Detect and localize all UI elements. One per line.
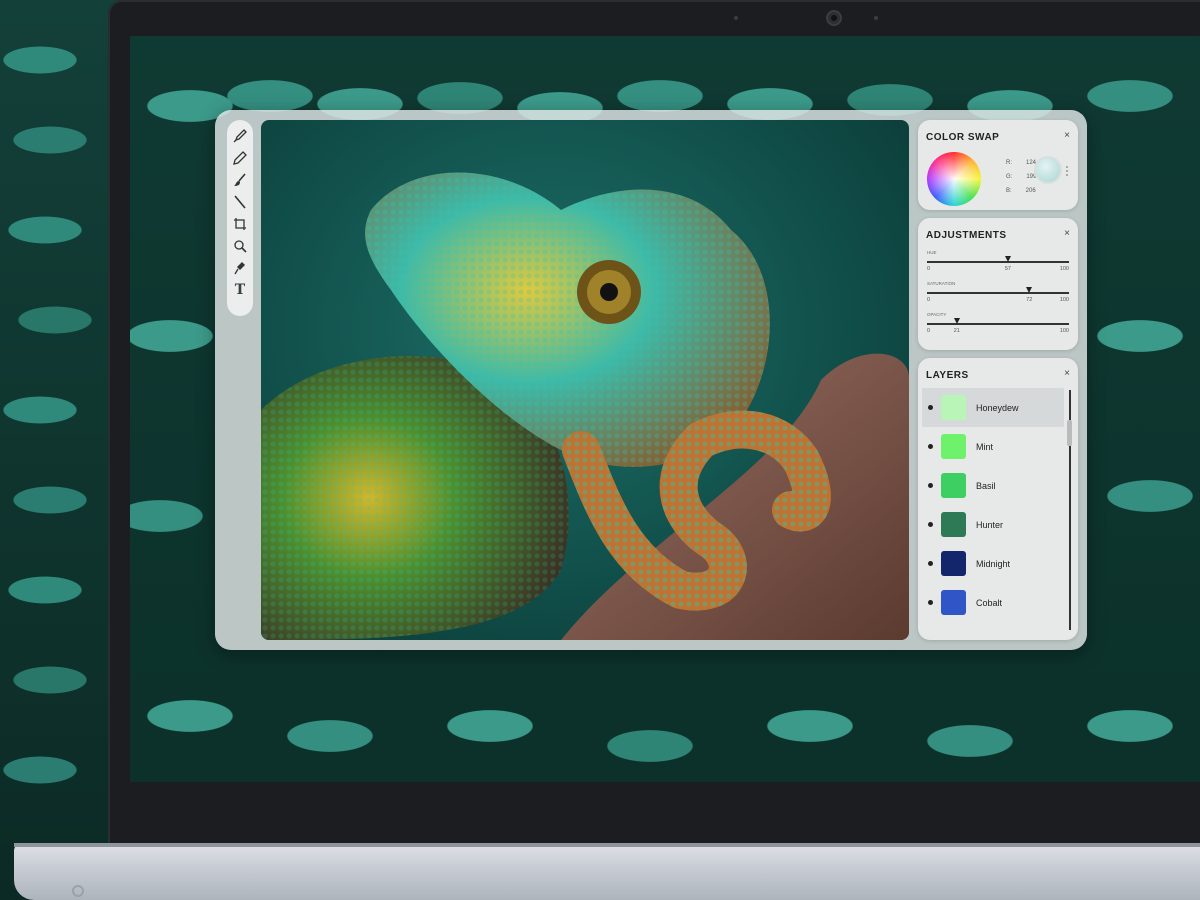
layer-item[interactable]: Basil	[922, 466, 1064, 505]
layer-name: Midnight	[976, 558, 1011, 569]
opacity-slider[interactable]: OPACITY 0 21 100	[927, 312, 1069, 336]
slider-label: OPACITY	[927, 312, 947, 317]
slider-label: HUE	[927, 250, 937, 255]
panel-title: LAYERS	[926, 370, 969, 381]
close-icon[interactable]: ×	[1064, 368, 1070, 379]
scrollbar-thumb[interactable]	[1067, 420, 1072, 446]
slider-track[interactable]	[927, 256, 1069, 263]
close-icon[interactable]: ×	[1064, 228, 1070, 239]
layer-color-swatch	[941, 473, 966, 498]
color-wheel[interactable]	[927, 152, 981, 206]
drag-handle-icon[interactable]	[1066, 166, 1068, 176]
layer-item[interactable]: Hunter	[922, 505, 1064, 544]
slider-value: 21	[953, 328, 960, 334]
crop-icon[interactable]	[229, 214, 251, 234]
slider-max: 100	[1059, 266, 1069, 272]
power-indicator-icon	[72, 885, 84, 897]
visibility-dot-icon[interactable]	[928, 405, 933, 410]
layer-name: Hunter	[976, 519, 1004, 530]
selected-color-swatch[interactable]	[1034, 156, 1062, 184]
layer-item[interactable]: Cobalt	[922, 583, 1064, 622]
laptop-base	[14, 843, 1200, 900]
sensor-dot	[874, 16, 878, 20]
slider-label: SATURATION	[927, 281, 956, 286]
layer-item[interactable]: Midnight	[922, 544, 1064, 583]
slider-max: 100	[1059, 297, 1069, 303]
tool-palette: T	[227, 120, 253, 316]
text-icon[interactable]: T	[229, 280, 251, 300]
g-label: G:	[1006, 174, 1013, 180]
visibility-dot-icon[interactable]	[928, 483, 933, 488]
layers-list: Honeydew Mint Basil Hunter Midnight Coba…	[922, 388, 1064, 622]
pencil-icon[interactable]	[229, 192, 251, 212]
visibility-dot-icon[interactable]	[928, 561, 933, 566]
saturation-slider[interactable]: SATURATION 0 72 100	[927, 281, 1069, 305]
layer-name: Cobalt	[976, 597, 1003, 608]
slider-value: 72	[1026, 297, 1033, 303]
slider-scale: 0 72 100	[927, 297, 1069, 305]
webcam-icon	[826, 10, 842, 26]
slider-track[interactable]	[927, 318, 1069, 325]
pen-icon[interactable]	[229, 148, 251, 168]
layer-color-swatch	[941, 434, 966, 459]
photo-editor-window: T COLOR SWAP × R: 124 G: 199 B: 206 ADJU…	[215, 110, 1087, 650]
slider-max: 100	[1059, 328, 1069, 334]
slider-thumb[interactable]	[1026, 287, 1033, 293]
r-label: R:	[1006, 160, 1012, 166]
layers-panel: LAYERS × Honeydew Mint Basil Hunter Midn…	[918, 358, 1078, 640]
slider-value: 57	[1004, 266, 1011, 272]
hue-slider[interactable]: HUE 0 57 100	[927, 250, 1069, 274]
laptop-screen: T COLOR SWAP × R: 124 G: 199 B: 206 ADJU…	[130, 36, 1200, 782]
slider-thumb[interactable]	[953, 318, 960, 324]
sensor-dot	[734, 16, 738, 20]
layer-item[interactable]: Honeydew	[922, 388, 1064, 427]
adjustments-panel: ADJUSTMENTS × HUE 0 57 100 SATURATION 0 …	[918, 218, 1078, 350]
panel-title: ADJUSTMENTS	[926, 230, 1007, 241]
chameleon-photo	[261, 172, 909, 640]
brush-icon[interactable]	[229, 170, 251, 190]
close-icon[interactable]: ×	[1064, 130, 1070, 141]
slider-min: 0	[927, 297, 931, 303]
layer-name: Basil	[976, 480, 996, 491]
b-label: B:	[1006, 188, 1012, 194]
visibility-dot-icon[interactable]	[928, 600, 933, 605]
stamp-icon[interactable]	[229, 258, 251, 278]
slider-min: 0	[927, 328, 931, 334]
visibility-dot-icon[interactable]	[928, 444, 933, 449]
layer-name: Honeydew	[976, 402, 1019, 413]
visibility-dot-icon[interactable]	[928, 522, 933, 527]
layer-item[interactable]: Mint	[922, 427, 1064, 466]
layer-color-swatch	[941, 551, 966, 576]
photo-canvas[interactable]	[261, 120, 909, 640]
layer-color-swatch	[941, 512, 966, 537]
b-value: 206	[1025, 188, 1036, 194]
slider-track[interactable]	[927, 287, 1069, 294]
panel-title: COLOR SWAP	[926, 132, 1000, 143]
rgb-values: R: 124 G: 199 B: 206	[1006, 156, 1036, 198]
magnifier-icon[interactable]	[229, 236, 251, 256]
slider-scale: 0 57 100	[927, 266, 1069, 274]
slider-scale: 0 21 100	[927, 328, 1069, 336]
layer-name: Mint	[976, 441, 994, 452]
slider-thumb[interactable]	[1004, 256, 1011, 262]
slider-min: 0	[927, 266, 931, 272]
layer-color-swatch	[941, 590, 966, 615]
dropper-icon[interactable]	[229, 126, 251, 146]
layer-color-swatch	[941, 395, 966, 420]
hinge-edge	[14, 843, 1200, 847]
color-swap-panel: COLOR SWAP × R: 124 G: 199 B: 206	[918, 120, 1078, 210]
